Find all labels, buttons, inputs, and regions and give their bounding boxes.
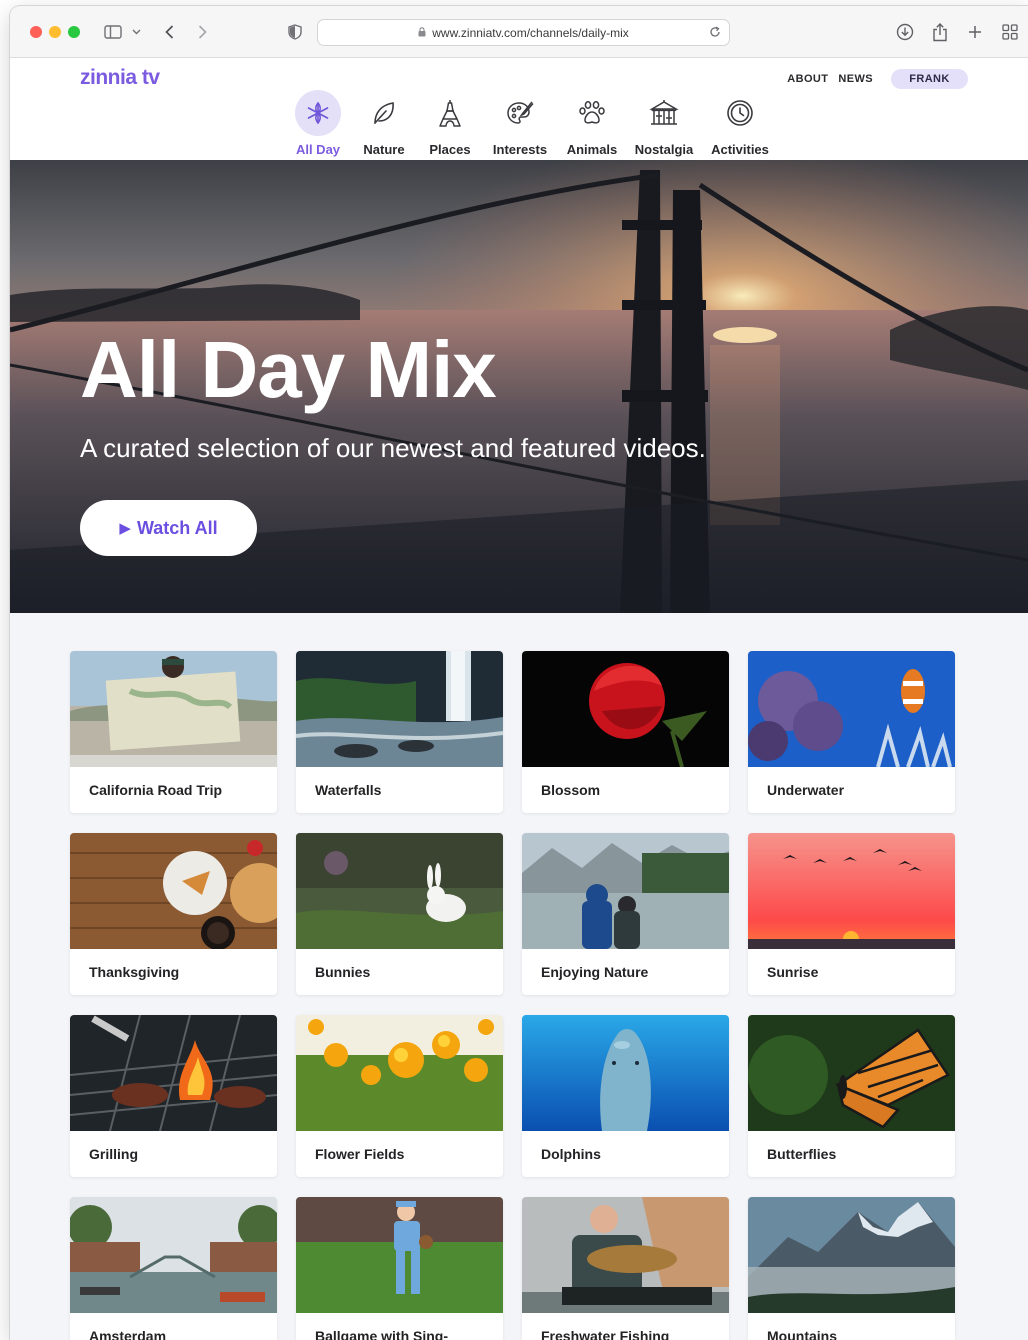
video-title: Enjoying Nature [541,964,649,980]
back-icon[interactable] [160,20,178,44]
video-thumbnail [70,833,277,949]
video-thumbnail [296,833,503,949]
video-card[interactable]: Sunrise [748,833,955,995]
address-bar[interactable]: www.zinniatv.com/channels/daily-mix [317,19,730,46]
video-title: Waterfalls [315,782,382,798]
clock-icon [717,90,763,136]
video-thumbnail [522,833,729,949]
video-thumbnail [522,651,729,767]
carousel-icon [641,90,687,136]
url-text: www.zinniatv.com/channels/daily-mix [432,25,629,40]
video-title: Thanksgiving [89,964,180,980]
category-label: Animals [566,142,618,157]
category-label: Nostalgia [634,142,694,157]
category-animals[interactable]: Animals [552,90,632,157]
video-title: Freshwater Fishing [541,1328,670,1340]
video-thumbnail [748,1197,955,1313]
leaf-icon [361,90,407,136]
category-interests[interactable]: Interests [480,90,560,157]
about-link[interactable]: ABOUT [787,73,828,85]
news-link[interactable]: NEWS [838,73,873,85]
browser-window: www.zinniatv.com/channels/daily-mix zinn… [10,6,1028,1340]
user-menu-button[interactable]: FRANK [891,69,968,89]
video-thumbnail [522,1015,729,1131]
sidebar-toggle-icon[interactable] [102,20,124,44]
video-card[interactable]: Mountains [748,1197,955,1340]
video-thumbnail [748,1015,955,1131]
video-thumbnail [70,1197,277,1313]
video-card[interactable]: Grilling [70,1015,277,1177]
hero-subtitle: A curated selection of our newest and fe… [80,433,706,463]
video-card[interactable]: Flower Fields [296,1015,503,1177]
video-thumbnail [748,833,955,949]
close-window-button[interactable] [30,26,42,38]
video-card[interactable]: Bunnies [296,833,503,995]
video-card[interactable]: Thanksgiving [70,833,277,995]
watch-all-button[interactable]: ▶ Watch All [80,500,257,556]
video-title: Bunnies [315,964,371,980]
video-card[interactable]: Waterfalls [296,651,503,813]
chevron-down-icon[interactable] [130,20,142,44]
category-label: Places [429,142,471,157]
video-title: Underwater [767,782,845,798]
video-title: Butterflies [767,1146,837,1162]
site-header: zinnia tv ABOUT NEWS FRANK All Day Natur… [10,58,1028,160]
video-card[interactable]: Enjoying Nature [522,833,729,995]
category-activities[interactable]: Activities [700,90,780,157]
video-card[interactable]: Freshwater Fishing [522,1197,729,1340]
video-title: California Road Trip [89,782,223,798]
category-places[interactable]: Places [410,90,490,157]
video-thumbnail [70,651,277,767]
video-title: Dolphins [541,1146,601,1162]
hero-banner: All Day Mix A curated selection of our n… [10,160,1028,613]
sparkle-icon [295,90,341,136]
video-card[interactable]: Butterflies [748,1015,955,1177]
tab-overview-icon[interactable] [1000,20,1020,44]
reload-icon[interactable] [709,26,721,41]
eiffel-tower-icon [427,90,473,136]
paw-icon [569,90,615,136]
video-card[interactable]: Blossom [522,651,729,813]
video-title: Blossom [541,782,601,798]
category-nostalgia[interactable]: Nostalgia [624,90,704,157]
privacy-shield-icon[interactable] [286,20,304,44]
video-card[interactable]: Ballgame with Sing- [296,1197,503,1340]
top-links: ABOUT NEWS FRANK [787,69,968,89]
video-title: Amsterdam [89,1328,167,1340]
video-card[interactable]: Dolphins [522,1015,729,1177]
video-title: Mountains [767,1328,837,1340]
video-title: Grilling [89,1146,138,1162]
forward-icon[interactable] [193,20,211,44]
downloads-icon[interactable] [895,20,915,44]
video-thumbnail [70,1015,277,1131]
video-card[interactable]: California Road Trip [70,651,277,813]
site-logo[interactable]: zinnia tv [80,66,160,90]
play-icon: ▶ [119,520,131,537]
share-icon[interactable] [930,20,950,44]
video-title: Flower Fields [315,1146,405,1162]
video-thumbnail [748,651,955,767]
minimize-window-button[interactable] [49,26,61,38]
video-title: Sunrise [767,964,819,980]
video-title: Ballgame with Sing- [315,1328,449,1340]
video-thumbnail [296,651,503,767]
category-label: Activities [711,142,769,157]
video-thumbnail [522,1197,729,1313]
palette-icon [497,90,543,136]
video-card[interactable]: Underwater [748,651,955,813]
watch-all-label: Watch All [136,517,218,538]
video-thumbnail [296,1197,503,1313]
video-thumbnail [296,1015,503,1131]
category-label: Interests [492,142,548,157]
lock-icon [418,26,426,40]
hero-title: All Day Mix [80,325,497,414]
video-card[interactable]: Amsterdam [70,1197,277,1340]
browser-toolbar: www.zinniatv.com/channels/daily-mix [10,6,1028,58]
new-tab-icon[interactable] [965,20,985,44]
zoom-window-button[interactable] [68,26,80,38]
